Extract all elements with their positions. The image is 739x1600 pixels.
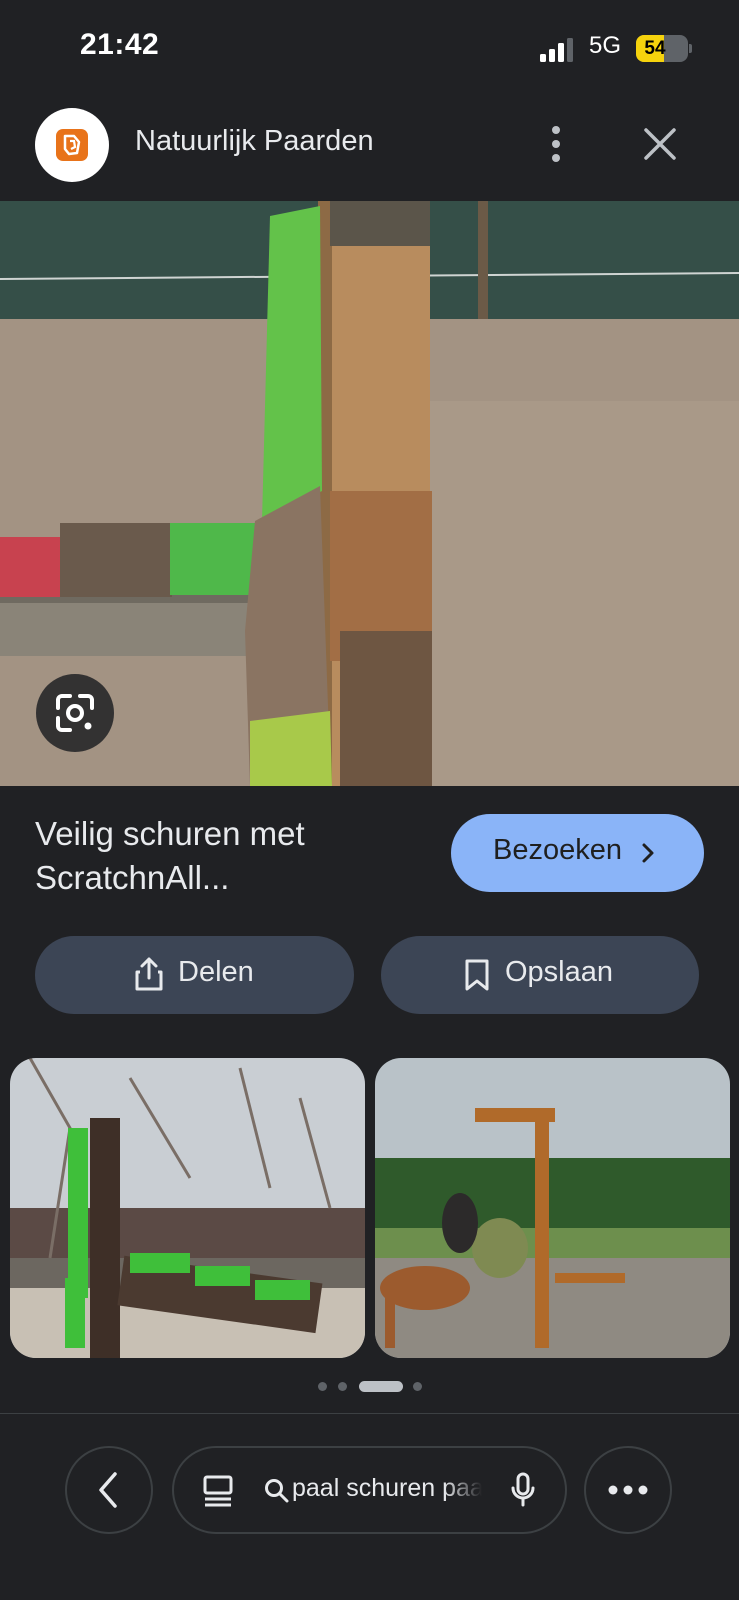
back-button[interactable] <box>65 1446 153 1534</box>
divider <box>0 1413 739 1414</box>
carousel-dot-active <box>359 1381 403 1392</box>
cellular-signal-icon <box>540 38 573 62</box>
chevron-right-icon <box>642 843 654 863</box>
result-caption[interactable]: Veilig schuren met ScratchnAll... <box>35 812 415 900</box>
battery-icon: 54 <box>636 35 688 62</box>
hay-feeder-photo <box>375 1058 730 1358</box>
status-time: 21:42 <box>80 28 160 61</box>
horse-logo-icon <box>63 134 81 156</box>
visit-button-label: Bezoeken <box>493 834 622 866</box>
carousel-dot <box>338 1382 347 1391</box>
carousel-indicator <box>318 1380 428 1392</box>
save-button[interactable]: Opslaan <box>381 936 699 1014</box>
chevron-left-icon <box>99 1472 117 1508</box>
microphone-icon[interactable] <box>510 1472 536 1508</box>
bookmark-icon <box>465 959 489 991</box>
tabs-icon[interactable] <box>202 1474 234 1508</box>
battery-level: 54 <box>644 38 666 59</box>
share-icon <box>135 957 163 991</box>
share-button-label: Delen <box>178 956 254 988</box>
share-button[interactable]: Delen <box>35 936 354 1014</box>
search-icon <box>265 1479 289 1503</box>
search-bar[interactable]: paal schuren paarden <box>172 1446 567 1534</box>
carousel-dot <box>318 1382 327 1391</box>
lens-icon <box>56 694 94 732</box>
more-horiz-icon <box>608 1485 648 1495</box>
search-input[interactable]: paal schuren paarden <box>292 1474 482 1503</box>
visit-button[interactable]: Bezoeken <box>451 814 704 892</box>
site-name[interactable]: Natuurlijk Paarden <box>135 125 374 158</box>
related-image-1[interactable] <box>10 1058 365 1358</box>
site-logo[interactable] <box>35 108 109 182</box>
google-lens-button[interactable] <box>36 674 114 752</box>
network-type: 5G <box>589 32 622 59</box>
carousel-dot <box>413 1382 422 1391</box>
related-image-2[interactable] <box>375 1058 730 1358</box>
more-vert-icon[interactable] <box>536 124 576 168</box>
battery-tip <box>689 44 692 53</box>
close-icon[interactable] <box>640 124 680 164</box>
brush-post-photo <box>10 1058 365 1358</box>
save-button-label: Opslaan <box>505 956 614 988</box>
more-options-button[interactable] <box>584 1446 672 1534</box>
